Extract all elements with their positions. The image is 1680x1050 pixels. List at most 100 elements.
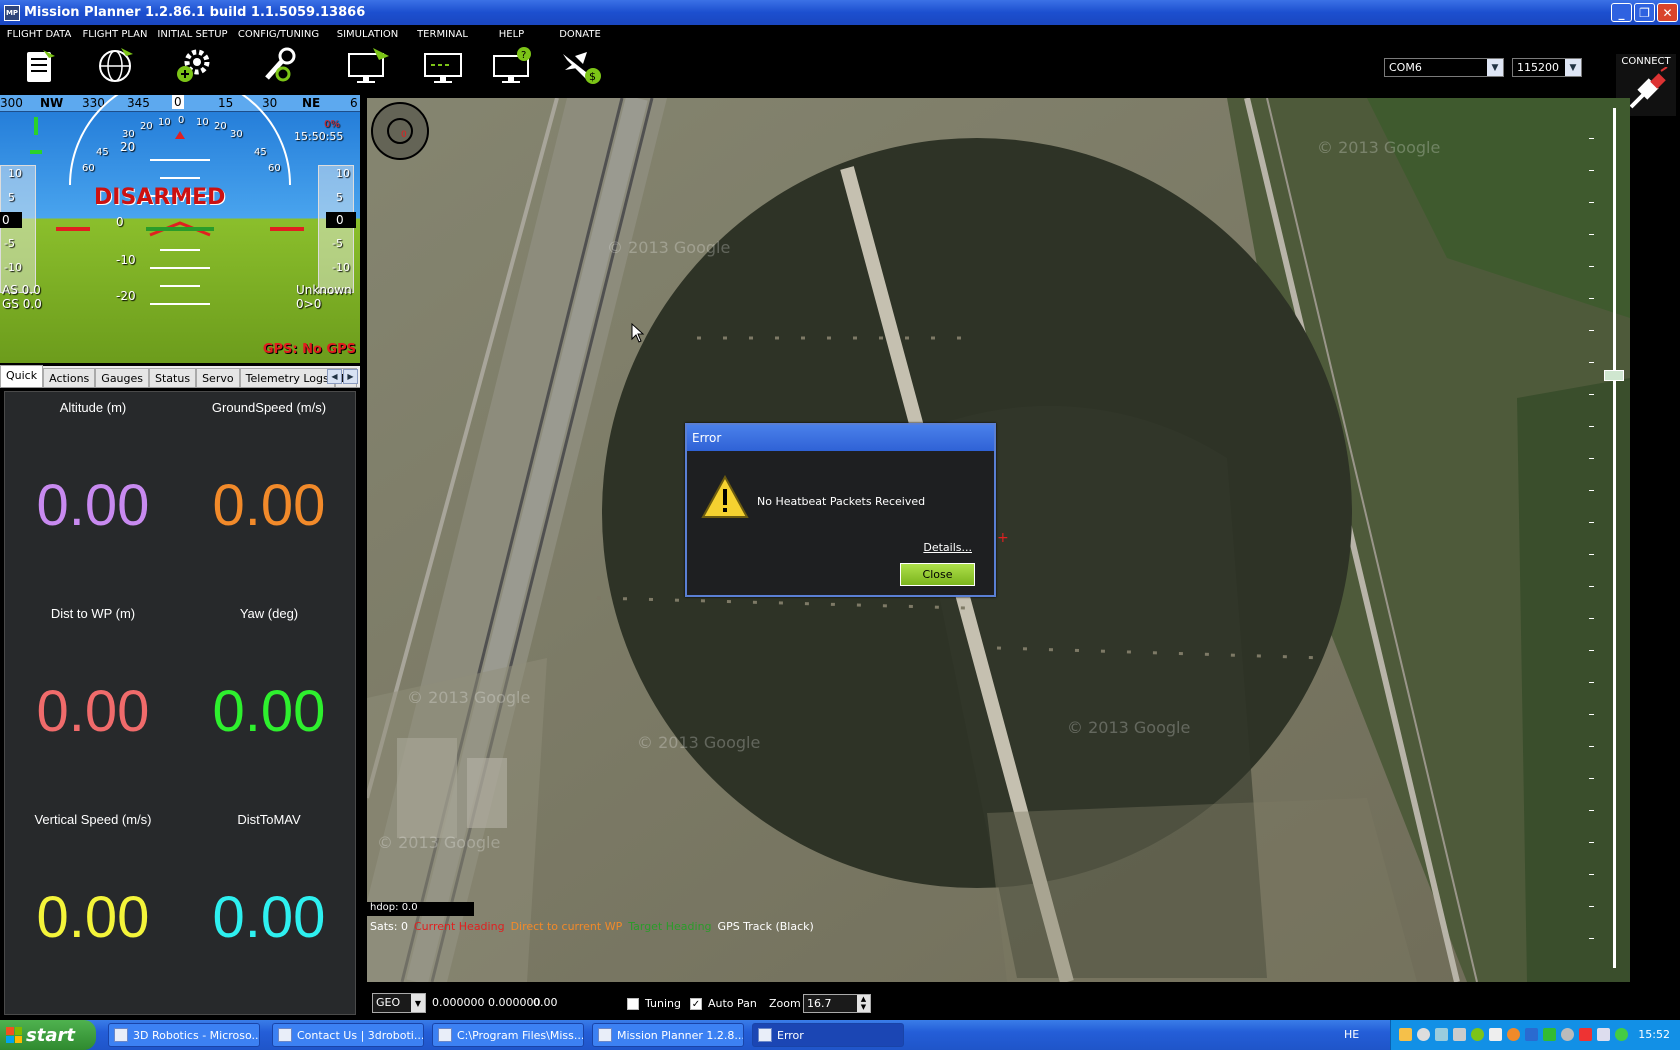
- tab-scroll-right-icon[interactable]: ▶: [343, 369, 358, 384]
- tray-icon[interactable]: [1507, 1028, 1520, 1041]
- tray-icon[interactable]: [1615, 1028, 1628, 1041]
- zoom-value: 16.7: [807, 997, 832, 1010]
- language-indicator[interactable]: HE: [1344, 1028, 1359, 1041]
- autopan-checkbox[interactable]: ✓: [690, 997, 702, 1010]
- taskbar-item[interactable]: 3D Robotics - Microso...: [108, 1023, 260, 1047]
- tab-quick[interactable]: Quick: [0, 365, 44, 387]
- quick-altitude[interactable]: Altitude (m) 0.00: [5, 392, 181, 598]
- start-button[interactable]: start: [0, 1020, 96, 1050]
- tape-label: 10: [336, 167, 350, 180]
- maximize-button[interactable]: ❐: [1634, 3, 1655, 22]
- quick-label: DistToMAV: [237, 812, 301, 827]
- quick-groundspeed[interactable]: GroundSpeed (m/s) 0.00: [181, 392, 357, 598]
- zoom-tick: [1589, 650, 1594, 651]
- tray-icon[interactable]: [1471, 1028, 1484, 1041]
- coord-mode-select[interactable]: GEO ▼: [372, 993, 426, 1013]
- tab-gauges[interactable]: Gauges: [95, 368, 150, 387]
- taskbar: start 3D Robotics - Microso... Contact U…: [0, 1020, 1680, 1050]
- menu-donate-label: DONATE: [559, 29, 601, 40]
- tray-icon[interactable]: [1579, 1028, 1592, 1041]
- tab-actions[interactable]: Actions: [43, 368, 96, 387]
- port-select[interactable]: COM6 ▼: [1384, 58, 1504, 77]
- tape-label: 5: [336, 191, 343, 204]
- taskbar-item[interactable]: Mission Planner 1.2.8...: [592, 1023, 744, 1047]
- zoom-input[interactable]: 16.7 ▲ ▼: [803, 994, 871, 1013]
- mission-planner-icon: [598, 1028, 612, 1042]
- map-watermark: © 2013 Google: [1067, 718, 1191, 737]
- tray-icon[interactable]: [1417, 1028, 1430, 1041]
- svg-text:$: $: [589, 70, 596, 83]
- zoom-tick: [1589, 266, 1594, 267]
- legend-sats: Sats: 0: [370, 919, 408, 933]
- taskbar-item[interactable]: Contact Us | 3droboti...: [272, 1023, 424, 1047]
- taskbar-item-label: 3D Robotics - Microso...: [133, 1029, 260, 1042]
- dialog-close-button[interactable]: Close: [900, 563, 975, 586]
- minimize-button[interactable]: _: [1611, 3, 1632, 22]
- svg-text:?: ?: [521, 50, 526, 61]
- quick-label: Vertical Speed (m/s): [34, 812, 152, 827]
- zoom-tick: [1589, 138, 1594, 139]
- tab-scroll-left-icon[interactable]: ◀: [327, 369, 342, 384]
- legend-target-heading: Target Heading: [628, 919, 712, 933]
- tab-status[interactable]: Status: [149, 368, 197, 387]
- menu-config-tuning[interactable]: CONFIG/TUNING: [236, 29, 321, 84]
- zoom-tick: [1589, 586, 1594, 587]
- tray-icon[interactable]: [1561, 1028, 1574, 1041]
- zoom-spinner-icon[interactable]: ▲ ▼: [857, 995, 870, 1012]
- chrome-icon: [278, 1028, 292, 1042]
- zoom-slider-track[interactable]: [1613, 108, 1616, 968]
- menu-terminal[interactable]: TERMINAL: [410, 29, 475, 84]
- quick-value: 0.00: [36, 679, 150, 744]
- windows-logo-icon: [6, 1027, 22, 1043]
- word-icon: [114, 1028, 128, 1042]
- taskbar-item[interactable]: Error: [752, 1023, 904, 1047]
- waypoint-text: 0>0: [296, 297, 322, 311]
- tray-icon[interactable]: [1453, 1028, 1466, 1041]
- tray-icon[interactable]: [1525, 1028, 1538, 1041]
- airspeed-text: AS 0.0: [2, 283, 41, 297]
- taskbar-item-label: Contact Us | 3droboti...: [297, 1029, 424, 1042]
- quick-yaw[interactable]: Yaw (deg) 0.00: [181, 598, 357, 804]
- taskbar-item-label: Mission Planner 1.2.8...: [617, 1029, 744, 1042]
- baud-select[interactable]: 115200 ▼: [1512, 58, 1582, 77]
- close-window-button[interactable]: ✕: [1657, 3, 1678, 22]
- armed-status: DISARMED: [94, 185, 226, 210]
- quick-dist-to-mav[interactable]: DistToMAV 0.00: [181, 804, 357, 1010]
- folder-icon: [438, 1028, 452, 1042]
- zoom-tick: [1589, 714, 1594, 715]
- menu-donate[interactable]: DONATE $: [550, 29, 610, 86]
- menu-simulation[interactable]: SIMULATION: [330, 29, 405, 84]
- quick-dist-to-wp[interactable]: Dist to WP (m) 0.00: [5, 598, 181, 804]
- tray-icon[interactable]: [1597, 1028, 1610, 1041]
- tray-icon[interactable]: [1489, 1028, 1502, 1041]
- taskbar-item[interactable]: C:\Program Files\Miss...: [432, 1023, 584, 1047]
- quick-value: 0.00: [212, 473, 326, 538]
- chevron-down-icon: ▼: [1487, 59, 1503, 76]
- pitch-label: -20: [116, 289, 136, 303]
- map-watermark: © 2013 Google: [1317, 138, 1441, 157]
- mouse-cursor-icon: [631, 323, 645, 343]
- coords-readout: 0.000000 0.000000: [432, 996, 541, 1009]
- tray-icon[interactable]: [1399, 1028, 1412, 1041]
- tray-icon[interactable]: [1543, 1028, 1556, 1041]
- details-link[interactable]: Details...: [923, 541, 972, 554]
- menu-initial-setup[interactable]: INITIAL SETUP: [155, 29, 230, 84]
- tab-servo[interactable]: Servo: [196, 368, 240, 387]
- menu-initial-setup-label: INITIAL SETUP: [157, 29, 228, 40]
- map-watermark: © 2013 Google: [637, 733, 761, 752]
- tray-icons: [1399, 1028, 1628, 1041]
- menu-flight-plan[interactable]: FLIGHT PLAN: [80, 29, 150, 84]
- zoom-slider-thumb[interactable]: [1604, 370, 1624, 381]
- connect-label: CONNECT: [1621, 56, 1671, 67]
- menu-help[interactable]: HELP ?: [484, 29, 539, 84]
- zoom-tick: [1589, 842, 1594, 843]
- tab-telemetry-logs[interactable]: Telemetry Logs: [239, 368, 335, 387]
- roll-label: 30: [122, 129, 135, 140]
- menu-terminal-label: TERMINAL: [417, 29, 468, 40]
- hud-panel: 300 NW 330 345 0 15 30 NE 6 60 45 30 20 …: [0, 95, 360, 363]
- menu-flight-data[interactable]: FLIGHT DATA: [4, 29, 74, 84]
- tuning-checkbox[interactable]: [627, 997, 639, 1010]
- quick-vertical-speed[interactable]: Vertical Speed (m/s) 0.00: [5, 804, 181, 1010]
- map-view[interactable]: © 2013 Google © 2013 Google © 2013 Googl…: [367, 98, 1630, 982]
- tray-icon[interactable]: [1435, 1028, 1448, 1041]
